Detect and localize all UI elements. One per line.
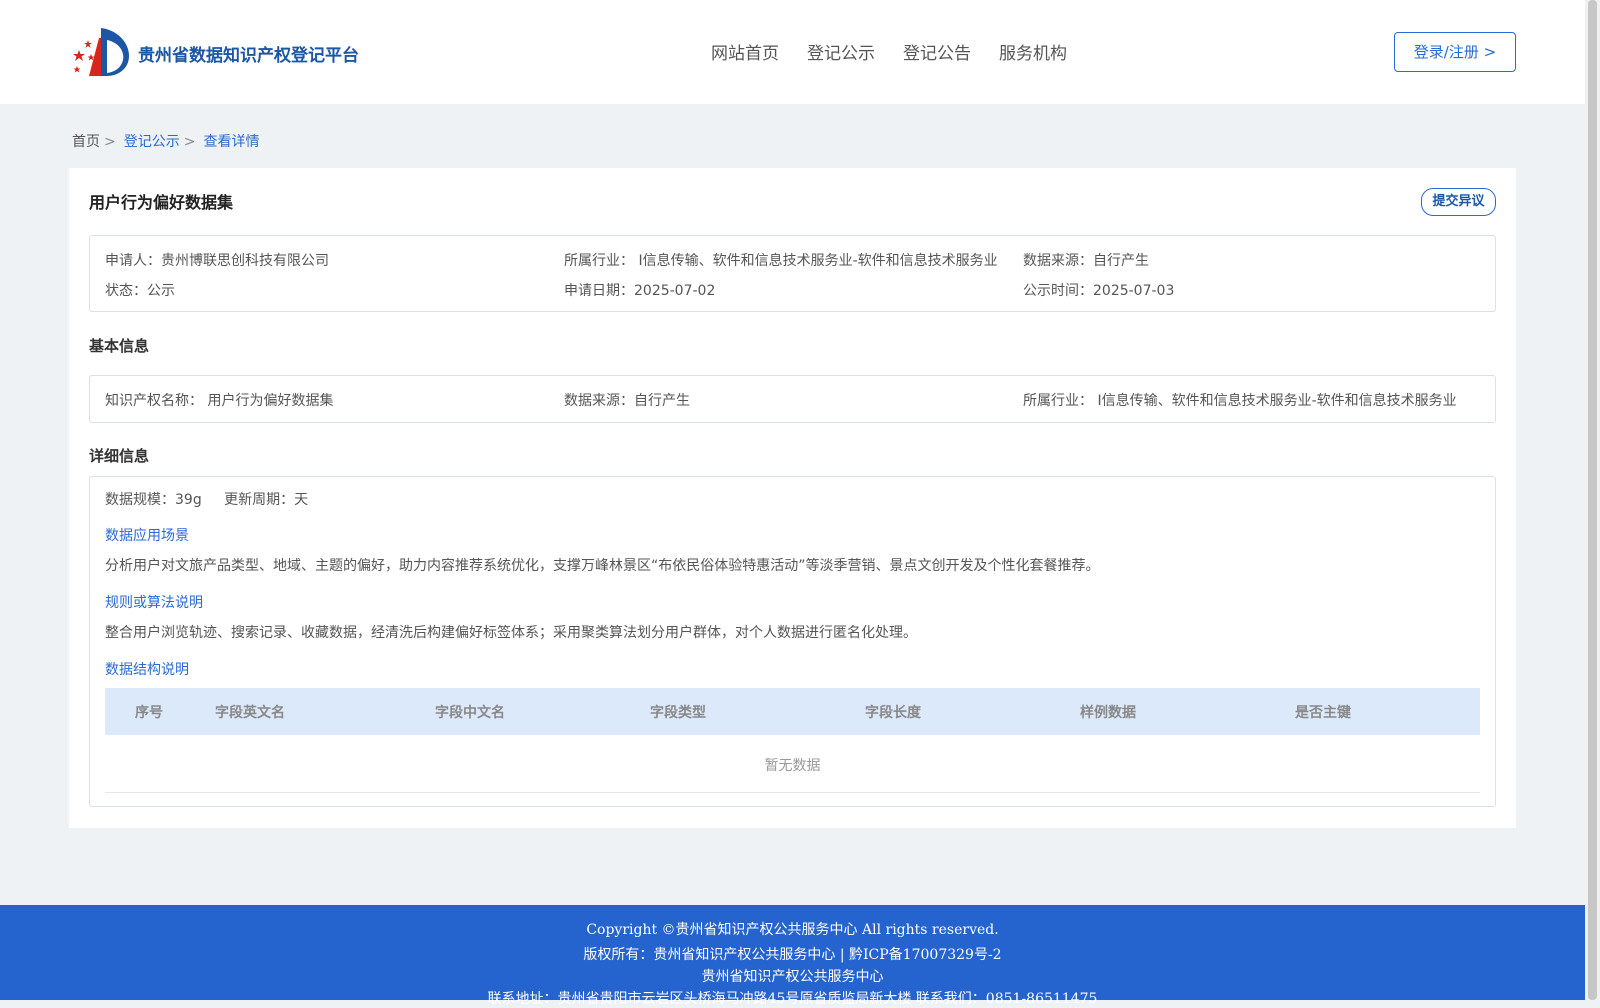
source-field: 数据来源：自行产生: [1023, 250, 1149, 270]
scrollbar-thumb[interactable]: [1588, 0, 1597, 1000]
footer-owner: 版权所有：贵州省知识产权公共服务中心 | 黔ICP备17007329号-2: [583, 947, 1002, 963]
site-title[interactable]: 贵州省数据知识产权登记平台: [138, 41, 359, 66]
basic-industry-value: I信息传输、软件和信息技术服务业-软件和信息技术服务业: [1097, 393, 1457, 409]
source-label: 数据来源：: [1023, 253, 1093, 269]
nav-registration-announcement[interactable]: 登记公告: [903, 39, 971, 64]
cycle-label: 更新周期：: [224, 492, 295, 508]
th-index: 序号: [135, 705, 163, 721]
th-sample-data: 样例数据: [1080, 705, 1136, 721]
status-value: 公示: [147, 283, 175, 299]
footer-contact: 联系地址：贵州省贵阳市云岩区头桥海马冲路45号原省质监局新大楼 联系我们：085…: [487, 991, 1098, 1007]
basic-source-value: 自行产生: [634, 393, 690, 409]
source-value: 自行产生: [1093, 253, 1149, 269]
applicant-value: 贵州博联思创科技有限公司: [161, 253, 329, 269]
industry-field: 所属行业： I信息传输、软件和信息技术服务业-软件和信息技术服务业: [564, 250, 998, 270]
th-field-en: 字段英文名: [215, 705, 285, 721]
apply-date-value: 2025-07-02: [634, 283, 716, 299]
breadcrumb-current: 查看详情: [203, 134, 260, 150]
publish-date-label: 公示时间：: [1023, 283, 1093, 299]
nav-service-agencies[interactable]: 服务机构: [999, 39, 1067, 64]
applicant-field: 申请人：贵州博联思创科技有限公司: [105, 250, 329, 270]
site-logo-icon[interactable]: [71, 26, 131, 80]
breadcrumb-separator: >: [104, 134, 116, 150]
empty-text: 暂无数据: [764, 758, 821, 774]
scale-cycle-field: 数据规模：39g 更新周期：天: [105, 489, 308, 509]
footer-copyright: Copyright ©贵州省知识产权公共服务中心 All rights rese…: [586, 922, 999, 938]
apply-date-label: 申请日期：: [564, 283, 634, 299]
th-field-cn: 字段中文名: [435, 705, 505, 721]
industry-label: 所属行业：: [564, 253, 634, 269]
basic-info-box: 知识产权名称： 用户行为偏好数据集 数据来源：自行产生 所属行业： I信息传输、…: [89, 375, 1496, 423]
scenario-text: 分析用户对文旅产品类型、地域、主题的偏好，助力内容推荐系统优化，支撑万峰林景区“…: [105, 558, 1100, 574]
nav-registration-publicity[interactable]: 登记公示: [807, 39, 875, 64]
page-scrollbar[interactable]: [1585, 0, 1600, 1000]
breadcrumb-home[interactable]: 首页: [72, 134, 100, 150]
breadcrumb-registration-publicity[interactable]: 登记公示: [124, 134, 180, 150]
apply-date-field: 申请日期：2025-07-02: [564, 280, 715, 300]
basic-source-label: 数据来源：: [564, 393, 634, 409]
scale-value: 39g: [175, 492, 202, 508]
main-nav: 网站首页 登记公示 登记公告 服务机构: [711, 39, 1067, 64]
applicant-label: 申请人：: [105, 253, 161, 269]
detail-info-heading: 详细信息: [89, 447, 150, 465]
site-header: 贵州省数据知识产权登记平台 网站首页 登记公示 登记公告 服务机构 登录/注册 …: [0, 0, 1585, 104]
breadcrumb: 首页 > 登记公示 > 查看详情: [72, 131, 259, 151]
summary-box: 申请人：贵州博联思创科技有限公司 所属行业： I信息传输、软件和信息技术服务业-…: [89, 235, 1496, 312]
publish-date-field: 公示时间：2025-07-03: [1023, 280, 1174, 300]
nav-home[interactable]: 网站首页: [711, 39, 779, 64]
scale-label: 数据规模：: [105, 492, 175, 508]
ip-name-field: 知识产权名称： 用户行为偏好数据集: [105, 390, 333, 410]
login-register-button[interactable]: 登录/注册 >: [1394, 32, 1516, 72]
th-primary-key: 是否主键: [1295, 705, 1351, 721]
algorithm-text: 整合用户浏览轨迹、搜索记录、收藏数据，经清洗后构建偏好标签体系；采用聚类算法划分…: [105, 625, 917, 641]
table-empty-row: 暂无数据: [105, 735, 1480, 793]
th-field-type: 字段类型: [650, 705, 706, 721]
footer-org: 贵州省知识产权公共服务中心: [701, 969, 884, 985]
ip-name-label: 知识产权名称：: [105, 393, 203, 409]
record-title: 用户行为偏好数据集: [89, 193, 234, 212]
th-field-length: 字段长度: [865, 705, 921, 721]
ip-name-value: 用户行为偏好数据集: [207, 393, 334, 409]
algorithm-heading: 规则或算法说明: [105, 595, 203, 611]
basic-info-heading: 基本信息: [89, 337, 150, 355]
submit-objection-button[interactable]: 提交异议: [1421, 188, 1496, 216]
status-field: 状态：公示: [105, 280, 175, 300]
basic-source-field: 数据来源：自行产生: [564, 390, 690, 410]
detail-info-box: 数据规模：39g 更新周期：天 数据应用场景 分析用户对文旅产品类型、地域、主题…: [89, 476, 1496, 807]
cycle-value: 天: [294, 492, 309, 508]
scenario-heading: 数据应用场景: [105, 528, 189, 544]
industry-value: I信息传输、软件和信息技术服务业-软件和信息技术服务业: [638, 253, 998, 269]
status-label: 状态：: [105, 283, 147, 299]
structure-heading: 数据结构说明: [105, 662, 189, 678]
field-table-header: 序号 字段英文名 字段中文名 字段类型 字段长度 样例数据 是否主键: [105, 688, 1480, 735]
basic-industry-label: 所属行业：: [1023, 393, 1093, 409]
basic-industry-field: 所属行业： I信息传输、软件和信息技术服务业-软件和信息技术服务业: [1023, 390, 1457, 410]
detail-card: 用户行为偏好数据集 提交异议 申请人：贵州博联思创科技有限公司 所属行业： I信…: [69, 168, 1516, 828]
site-footer: Copyright ©贵州省知识产权公共服务中心 All rights rese…: [0, 905, 1585, 1007]
publish-date-value: 2025-07-03: [1093, 283, 1175, 299]
breadcrumb-separator: >: [183, 134, 196, 150]
